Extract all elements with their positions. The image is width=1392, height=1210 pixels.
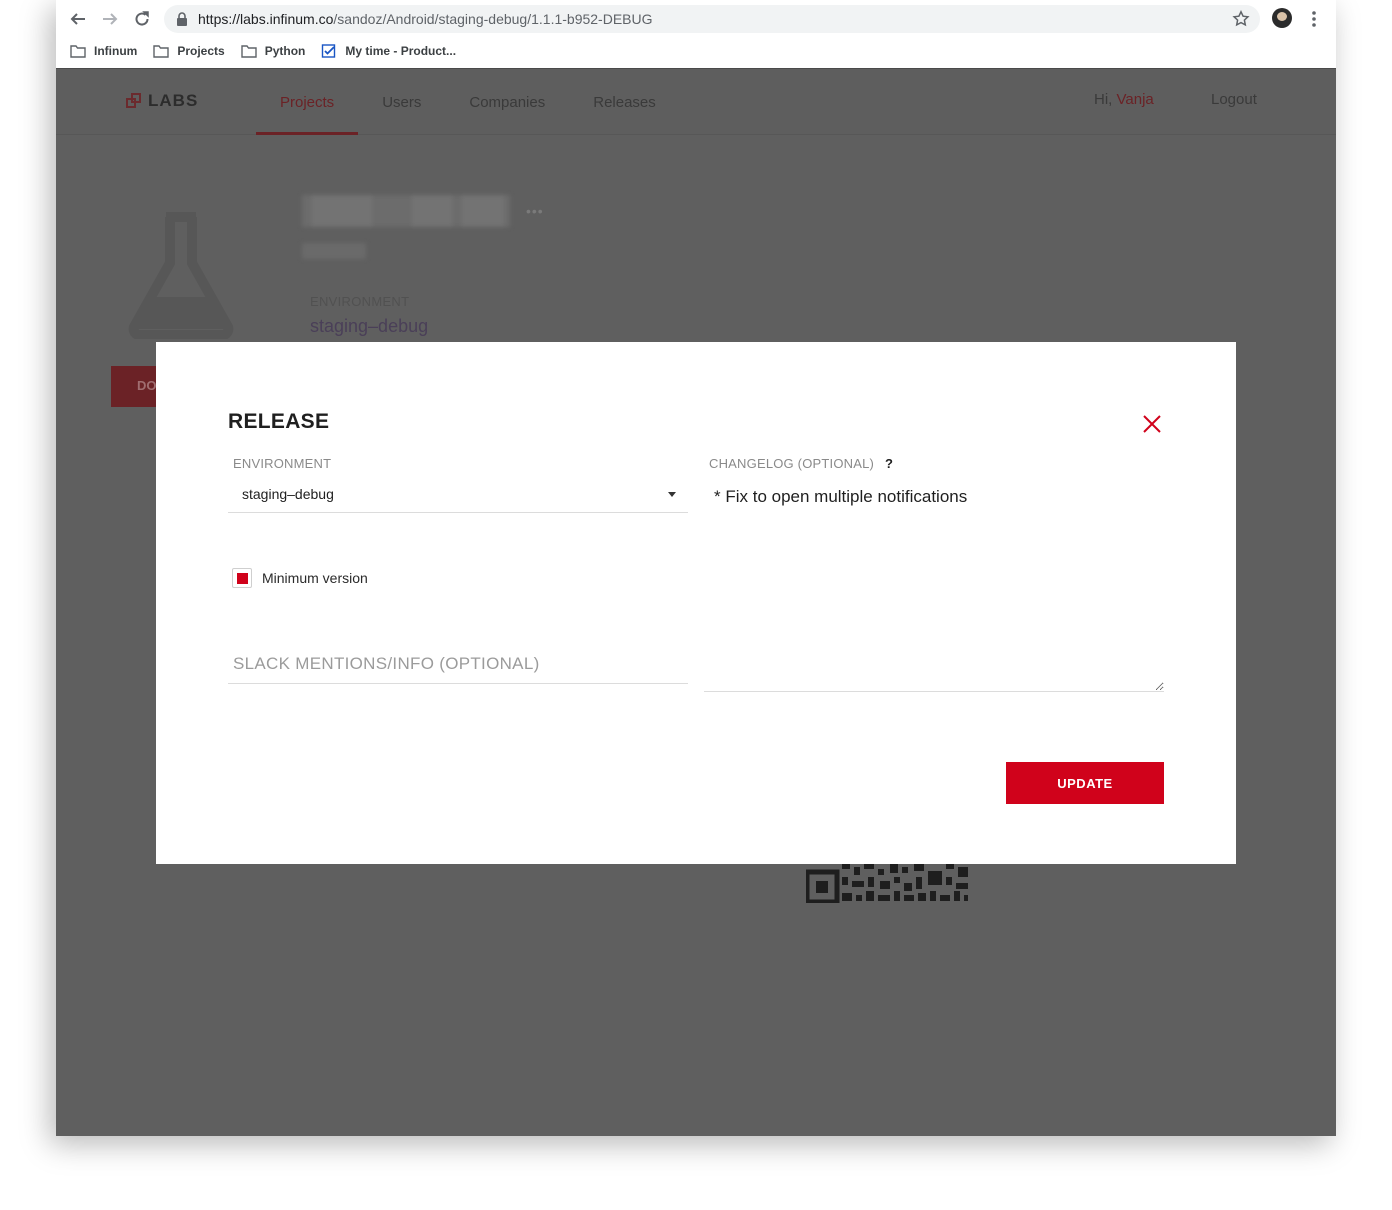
back-button[interactable]: [66, 7, 90, 31]
caret-down-icon: [668, 492, 676, 497]
version-redacted: [302, 243, 366, 259]
reload-button[interactable]: [130, 7, 154, 31]
checkbox-bookmark-icon: [322, 44, 336, 58]
project-name-redacted: [302, 195, 510, 227]
minimum-version-checkbox-row[interactable]: Minimum version: [232, 568, 368, 588]
slack-mentions-input[interactable]: [228, 644, 688, 684]
more-options-icon[interactable]: •••: [526, 203, 544, 219]
update-button[interactable]: UPDATE: [1006, 762, 1164, 804]
checkbox-checked-mark: [236, 572, 248, 584]
changelog-label: CHANGELOG (OPTIONAL): [709, 456, 875, 471]
profile-avatar[interactable]: [1272, 8, 1292, 28]
bookmark-label: Infinum: [94, 44, 138, 58]
browser-chrome: https://labs.infinum.co/sandoz/Android/s…: [56, 0, 1336, 69]
bookmarks-bar: Infinum Projects Python My time - Produc…: [70, 42, 456, 60]
environment-value-bg: staging–debug: [310, 316, 429, 336]
modal-title: RELEASE: [228, 410, 330, 433]
bookmark-python[interactable]: Python: [240, 44, 306, 58]
app-header: LABS Projects Users Companies Releases H…: [56, 69, 1336, 135]
environment-select[interactable]: staging–debug: [228, 476, 688, 513]
bookmark-label: My time - Product...: [345, 44, 457, 58]
url-text: https://labs.infinum.co/sandoz/Android/s…: [198, 11, 653, 27]
qr-code: [806, 863, 968, 903]
url-host: https://labs.infinum.co: [198, 11, 334, 27]
nav-tab-users[interactable]: Users: [358, 69, 445, 135]
forward-button[interactable]: [98, 7, 122, 31]
folder-icon: [70, 45, 86, 58]
bookmark-infinum[interactable]: Infinum: [70, 44, 137, 58]
user-greeting: Hi, Vanja: [1094, 91, 1154, 108]
close-icon[interactable]: [1140, 412, 1164, 436]
bookmark-label: Python: [264, 44, 306, 58]
star-icon[interactable]: [1232, 10, 1250, 28]
release-modal: RELEASE ENVIRONMENT staging–debug CHANGE…: [156, 342, 1236, 864]
nav-tab-releases[interactable]: Releases: [569, 69, 680, 135]
labs-logo-icon: [126, 93, 142, 109]
minimum-version-checkbox[interactable]: [232, 568, 252, 588]
minimum-version-label: Minimum version: [262, 570, 368, 586]
flask-icon: [128, 212, 234, 339]
lock-icon: [177, 12, 187, 26]
bookmark-my-time[interactable]: My time - Product...: [321, 44, 456, 58]
reload-icon: [135, 11, 149, 26]
changelog-textarea[interactable]: [704, 480, 1164, 692]
bookmark-projects[interactable]: Projects: [153, 44, 225, 58]
folder-icon: [153, 45, 170, 58]
main-nav: Projects Users Companies Releases: [256, 69, 680, 135]
greeting-prefix: Hi,: [1094, 91, 1113, 108]
arrow-left-icon: [70, 13, 85, 25]
address-bar[interactable]: https://labs.infinum.co/sandoz/Android/s…: [164, 5, 1260, 33]
changelog-help-icon[interactable]: ?: [885, 456, 893, 471]
environment-label: ENVIRONMENT: [233, 456, 332, 471]
labs-logo[interactable]: LABS: [126, 91, 198, 111]
url-path: /sandoz/Android/staging-debug/1.1.1-b952…: [333, 11, 653, 27]
folder-icon: [240, 45, 257, 58]
logo-text: LABS: [148, 91, 199, 110]
bookmark-label: Projects: [177, 44, 225, 58]
arrow-right-icon: [103, 13, 118, 25]
nav-tab-companies[interactable]: Companies: [445, 69, 569, 135]
logout-link[interactable]: Logout: [1211, 91, 1257, 108]
user-name[interactable]: Vanja: [1117, 91, 1154, 108]
kebab-menu-icon[interactable]: [1308, 9, 1320, 29]
environment-selected-value: staging–debug: [242, 486, 334, 502]
nav-tab-projects[interactable]: Projects: [256, 69, 359, 135]
environment-label-bg: ENVIRONMENT: [310, 294, 410, 309]
